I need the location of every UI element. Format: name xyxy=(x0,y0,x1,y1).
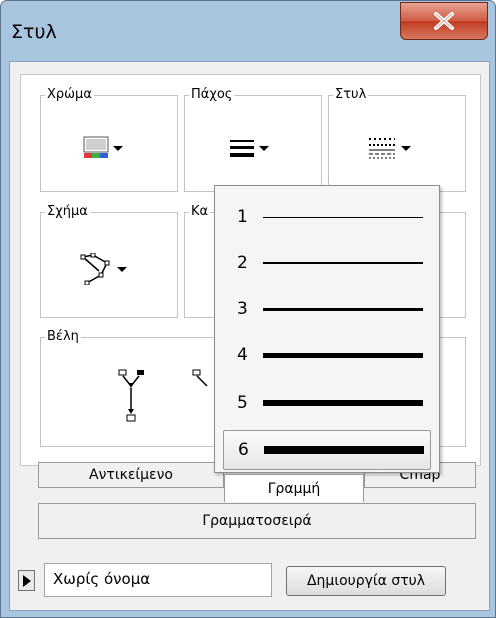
tab-font-label: Γραμματοσειρά xyxy=(202,513,312,529)
tab-object[interactable]: Αντικείμενο xyxy=(38,462,224,488)
thickness-option-label: 4 xyxy=(237,345,248,365)
thickness-line-sample xyxy=(264,446,424,454)
line-style-icon xyxy=(369,138,395,159)
chevron-down-icon xyxy=(259,145,269,151)
shape-group-2-label: Κα xyxy=(189,204,211,220)
shape-group-label: Σχήμα xyxy=(45,204,90,220)
thickness-option-label: 1 xyxy=(237,207,248,227)
thickness-option-4[interactable]: 4 xyxy=(223,332,431,378)
arrow-option-button-1[interactable] xyxy=(111,368,151,426)
style-name-field[interactable]: Χωρίς όνομα xyxy=(44,563,272,597)
color-palette-icon xyxy=(83,136,109,158)
chevron-down-icon xyxy=(401,145,411,151)
thickness-picker-button[interactable] xyxy=(229,138,269,158)
expand-button[interactable] xyxy=(18,570,35,591)
play-triangle-icon xyxy=(22,574,31,587)
thickness-option-6[interactable]: 6 xyxy=(223,430,431,470)
style-group-label: Στυλ xyxy=(333,87,369,103)
thickness-group-label: Πάχος xyxy=(189,87,235,103)
line-thickness-icon xyxy=(230,140,254,157)
close-icon xyxy=(434,12,454,30)
arrows-partial-icon xyxy=(192,369,208,387)
thickness-option-5[interactable]: 5 xyxy=(223,380,431,426)
arrows-converge-icon xyxy=(118,369,144,422)
color-group-label: Χρώμα xyxy=(45,87,94,103)
line-style-picker-button[interactable] xyxy=(367,136,411,160)
thickness-option-label: 2 xyxy=(237,253,248,273)
thickness-line-sample xyxy=(263,307,423,311)
arrow-option-button-2[interactable] xyxy=(189,368,209,426)
thickness-option-label: 3 xyxy=(237,299,248,319)
thickness-option-3[interactable]: 3 xyxy=(223,286,431,332)
thickness-line-sample xyxy=(263,262,423,264)
create-style-button[interactable]: Δημιουργία στυλ xyxy=(286,566,446,596)
window-title: Στυλ xyxy=(11,21,57,43)
thickness-option-label: 5 xyxy=(237,393,248,413)
close-button[interactable] xyxy=(400,2,488,40)
thickness-line-sample xyxy=(263,400,423,406)
arrows-group-label: Βέλη xyxy=(45,329,81,345)
thickness-line-sample xyxy=(263,216,423,218)
chevron-down-icon xyxy=(113,145,123,151)
chevron-down-icon xyxy=(117,266,127,272)
thickness-option-2[interactable]: 2 xyxy=(223,240,431,286)
thickness-dropdown-menu: 1 2 3 4 5 6 xyxy=(214,185,440,473)
style-group: Στυλ xyxy=(328,87,466,192)
tab-object-label: Αντικείμενο xyxy=(89,467,173,483)
tab-line[interactable]: Γραμμή xyxy=(224,474,364,502)
tab-font[interactable]: Γραμματοσειρά xyxy=(38,503,476,539)
thickness-group: Πάχος xyxy=(184,87,322,192)
thickness-option-1[interactable]: 1 xyxy=(223,194,431,240)
thickness-option-label: 6 xyxy=(238,440,249,460)
shape-picker-button[interactable] xyxy=(79,253,127,285)
shape-group: Σχήμα xyxy=(40,204,178,318)
thickness-line-sample xyxy=(263,352,423,358)
tab-line-label: Γραμμή xyxy=(267,480,321,497)
connector-shape-icon xyxy=(80,253,110,285)
create-style-button-label: Δημιουργία στυλ xyxy=(306,573,426,589)
color-group: Χρώμα xyxy=(40,87,178,192)
color-picker-button[interactable] xyxy=(83,136,123,160)
